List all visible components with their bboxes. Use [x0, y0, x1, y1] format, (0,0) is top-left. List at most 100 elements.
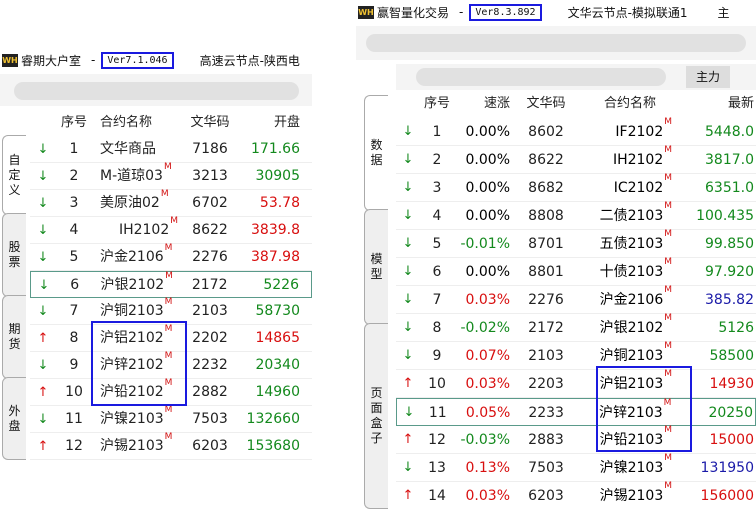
open-price: 387.98 [251, 249, 300, 265]
table-row[interactable]: ↓ 2 0.00% 8622 IH2102M 3817.0 [396, 146, 756, 174]
side-tab-label: 外盘 [8, 403, 21, 433]
trend-arrow-icon: ↓ [37, 358, 49, 373]
table-row[interactable]: ↓ 11 沪镍2103M 7503 132660 [30, 406, 312, 433]
table-row[interactable]: ↓ 13 0.13% 7503 沪镍2103M 131950 [396, 454, 756, 482]
contract-name-text: 沪锡2103 [599, 488, 664, 504]
table-row[interactable]: ↓ 11 0.05% 2233 沪锌2103M 20250 [396, 398, 756, 426]
column-header[interactable]: 文华码 [182, 110, 238, 136]
side-tab-0[interactable]: 自定义 [2, 135, 26, 215]
table-row[interactable]: ↑ 14 0.03% 6203 沪锡2103M 156000 [396, 482, 756, 509]
wenhua-code: 2883 [528, 432, 564, 448]
open-price: 58730 [255, 303, 300, 319]
contract-name: 沪银2102M [578, 314, 682, 341]
column-header[interactable]: 开盘 [238, 110, 312, 136]
row-seq: 14 [428, 488, 446, 504]
table-row[interactable]: ↓ 5 沪金2106M 2276 387.98 [30, 244, 312, 271]
column-header[interactable] [396, 90, 420, 118]
side-tab-1[interactable]: 模型 [364, 209, 388, 325]
contract-name: 沪铝2102M [92, 325, 182, 351]
side-tab-label: 自定义 [8, 152, 21, 197]
wenhua-code: 8701 [528, 236, 564, 252]
table-row[interactable]: ↓ 4 0.00% 8808 二债2103M 100.435 [396, 202, 756, 230]
side-tab-1[interactable]: 股票 [2, 213, 26, 297]
side-tab-0[interactable]: 数据 [364, 95, 388, 211]
contract-name: 沪铜2103M [92, 298, 182, 324]
wenhua-code: 2172 [528, 320, 564, 336]
speed-change: 0.00% [465, 180, 510, 196]
column-header[interactable]: 合约名称 [578, 90, 682, 118]
table-row[interactable]: ↓ 1 0.00% 8602 IF2102M 5448.0 [396, 118, 756, 146]
contract-name-text: 沪铅2103 [599, 432, 664, 448]
table-row[interactable]: ↑ 12 沪锡2103M 6203 153680 [30, 433, 312, 460]
wenhua-code: 7186 [192, 141, 228, 157]
last-price: 5126 [718, 320, 754, 336]
row-seq: 8 [432, 320, 442, 336]
table-row[interactable]: ↓ 2 M-道琼03M 3213 30905 [30, 163, 312, 190]
table-row[interactable]: ↓ 6 0.00% 8801 十债2103M 97.920 [396, 258, 756, 286]
open-price: 171.66 [251, 141, 300, 157]
trend-arrow-icon: ↓ [37, 196, 49, 211]
side-tab-3[interactable]: 外盘 [2, 377, 26, 460]
trend-arrow-icon: ↓ [402, 236, 414, 251]
table-row[interactable]: ↓ 6 沪银2102M 2172 5226 [30, 271, 312, 298]
main-contract-badge: M [664, 201, 672, 211]
app-title: 睿期大户室 [21, 53, 82, 68]
main-contract-badge: M [664, 257, 672, 267]
table-row[interactable]: ↓ 5 -0.01% 8701 五债2103M 99.850 [396, 230, 756, 258]
table-row[interactable]: ↓ 7 沪铜2103M 2103 58730 [30, 298, 312, 325]
side-tab-2[interactable]: 期货 [2, 295, 26, 379]
side-tab-2[interactable]: 页面盒子 [364, 323, 388, 509]
table-row[interactable]: ↓ 3 0.00% 8682 IC2102M 6351.0 [396, 174, 756, 202]
row-seq: 11 [428, 405, 447, 421]
table-row[interactable]: ↑ 10 0.03% 2203 沪铝2103M 14930 [396, 370, 756, 398]
contract-name: 美原油02M [92, 190, 182, 216]
trend-arrow-icon: ↓ [402, 152, 414, 167]
main-contract-badge: M [664, 453, 672, 463]
contract-name: 十债2103M [578, 258, 682, 285]
contract-name-text: 沪铝2102 [100, 330, 164, 346]
table-row[interactable]: ↓ 4 IH2102M 8622 3839.8 [30, 217, 312, 244]
wenhua-code: 7503 [192, 411, 228, 427]
main-contract-badge: M [165, 271, 173, 281]
table-row[interactable]: ↓ 8 -0.02% 2172 沪银2102M 5126 [396, 314, 756, 342]
column-header[interactable]: 合约名称 [92, 110, 182, 136]
speed-change: 0.00% [465, 124, 510, 140]
table-row[interactable]: ↓ 3 美原油02M 6702 53.78 [30, 190, 312, 217]
main-contract-badge: M [164, 243, 173, 253]
table-row[interactable]: ↑ 12 -0.03% 2883 沪铅2103M 15000 [396, 426, 756, 454]
column-header[interactable]: 序号 [56, 110, 92, 136]
trend-arrow-icon: ↓ [38, 278, 50, 293]
main-contract-badge: M [164, 297, 173, 307]
last-price: 58500 [709, 348, 754, 364]
wenhua-code: 2276 [192, 249, 228, 265]
row-seq: 1 [69, 141, 79, 157]
trend-arrow-icon: ↑ [402, 488, 414, 503]
table-row[interactable]: ↓ 9 沪锌2102M 2232 20340 [30, 352, 312, 379]
table-row[interactable]: ↑ 8 沪铝2102M 2202 14865 [30, 325, 312, 352]
trend-arrow-icon: ↓ [402, 208, 414, 223]
tab-zhuli[interactable]: 主力 [686, 66, 730, 88]
wenhua-code: 8622 [528, 152, 564, 168]
column-header[interactable] [30, 110, 56, 136]
contract-name-text: IF2102 [615, 124, 664, 140]
table-row[interactable]: ↓ 9 0.07% 2103 沪铜2103M 58500 [396, 342, 756, 370]
column-header[interactable]: 序号 [420, 90, 454, 118]
left-title-bar: WH 睿期大户室 - Ver7.1.046 高速云节点-陕西电 [0, 48, 312, 72]
table-row[interactable]: ↓ 1 文华商品 7186 171.66 [30, 136, 312, 163]
row-seq: 2 [432, 152, 442, 168]
row-seq: 12 [428, 432, 446, 448]
column-header[interactable]: 文华码 [514, 90, 578, 118]
main-contract-badge: M [164, 405, 173, 415]
last-price: 3817.0 [705, 152, 754, 168]
column-header[interactable]: 最新 [682, 90, 756, 118]
table-row[interactable]: ↑ 10 沪铅2102M 2882 14960 [30, 379, 312, 406]
wenhua-code: 7503 [528, 460, 564, 476]
column-header[interactable]: 速涨 [454, 90, 514, 118]
row-seq: 5 [69, 249, 79, 265]
left-side-tabs: 自定义 股票 期货 外盘 [0, 135, 28, 460]
table-row[interactable]: ↓ 7 0.03% 2276 沪金2106M 385.82 [396, 286, 756, 314]
open-price: 3839.8 [251, 222, 300, 238]
contract-name-text: 沪锌2102 [100, 357, 164, 373]
side-tab-label: 期货 [8, 322, 21, 351]
wenhua-code: 8682 [528, 180, 564, 196]
